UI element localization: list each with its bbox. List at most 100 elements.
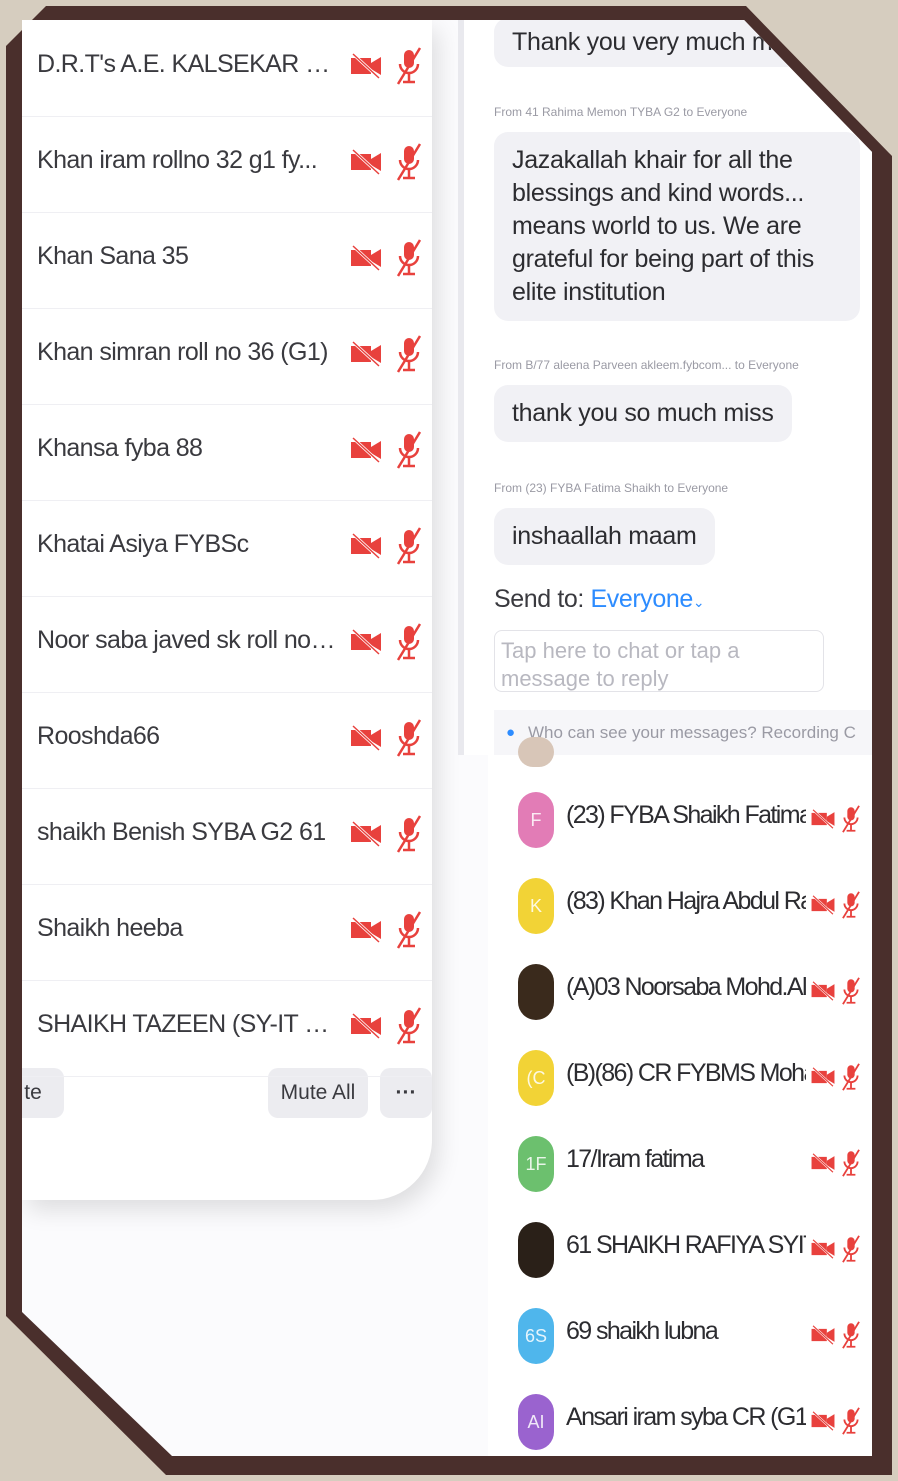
mic-muted-icon[interactable] xyxy=(840,887,862,923)
participant-row[interactable]: 61 SHAIKH RAFIYA SYIT xyxy=(488,1205,872,1291)
video-off-icon xyxy=(349,52,383,80)
mic-muted-icon[interactable] xyxy=(394,814,424,854)
participant-row[interactable]: Khan iram rollno 32 g1 fy... xyxy=(22,116,432,213)
participant-name: Noor saba javed sk roll no 73 xyxy=(37,626,337,654)
who-can-see-text: Who can see your messages? Recording C xyxy=(528,723,856,742)
participant-name: shaikh Benish SYBA G2 61 xyxy=(37,818,326,846)
video-off-icon xyxy=(810,979,836,1003)
mic-muted-icon[interactable] xyxy=(840,1059,862,1095)
video-off-icon xyxy=(810,893,836,917)
send-to-label: Send to: xyxy=(494,585,584,613)
participant-name: (B)(86) CR FYBMS Moham... xyxy=(566,1059,806,1087)
mic-muted-icon[interactable] xyxy=(840,1317,862,1353)
video-off-icon xyxy=(810,1323,836,1347)
participant-row[interactable]: Khansa fyba 88 xyxy=(22,404,432,501)
avatar: F xyxy=(518,792,554,848)
participant-row[interactable]: AI Ansari iram syba CR (G1) xyxy=(488,1377,872,1456)
mic-muted-icon[interactable] xyxy=(394,142,424,182)
mic-muted-icon[interactable] xyxy=(394,1006,424,1046)
participant-row[interactable]: 6S 69 shaikh lubna xyxy=(488,1291,872,1377)
video-off-icon xyxy=(810,1409,836,1433)
participant-row[interactable]: shaikh Benish SYBA G2 61 xyxy=(22,788,432,885)
participants-panel-right: F (23) FYBA Shaikh Fatima K (83) Khan Hajra… xyxy=(488,737,872,1456)
chat-message-text: inshaallah maam xyxy=(512,522,697,550)
participant-row[interactable]: K (83) Khan Hajra Abdul Rah... xyxy=(488,861,872,947)
participant-name: Khan Sana 35 xyxy=(37,242,189,270)
avatar xyxy=(518,964,554,1020)
mic-muted-icon[interactable] xyxy=(394,910,424,950)
mic-muted-icon[interactable] xyxy=(394,622,424,662)
participant-row[interactable]: Rooshda66 xyxy=(22,692,432,789)
send-to-selector[interactable]: Send to: Everyone⌄ xyxy=(494,585,705,614)
participant-row[interactable]: Khan simran roll no 36 (G1) xyxy=(22,308,432,405)
participant-row[interactable]: D.R.T's A.E. KALSEKAR DEG... xyxy=(22,20,432,117)
participant-name: Khan simran roll no 36 (G1) xyxy=(37,338,328,366)
mic-muted-icon[interactable] xyxy=(394,526,424,566)
video-off-icon xyxy=(349,724,383,752)
mic-muted-icon[interactable] xyxy=(840,973,862,1009)
mic-muted-icon[interactable] xyxy=(394,718,424,758)
participant-name: Ansari iram syba CR (G1) xyxy=(566,1403,806,1431)
video-off-icon xyxy=(349,436,383,464)
chat-message-sender: From B/77 aleena Parveen akleem.fybcom..… xyxy=(494,358,799,372)
participant-row[interactable]: Shaikh heeba xyxy=(22,884,432,981)
mic-muted-icon[interactable] xyxy=(394,238,424,278)
participant-row[interactable]: (C (B)(86) CR FYBMS Moham... xyxy=(488,1033,872,1119)
participant-name: Rooshda66 xyxy=(37,722,160,750)
participant-row[interactable]: Khatai Asiya FYBSc xyxy=(22,500,432,597)
participant-name: Khan iram rollno 32 g1 fy... xyxy=(37,146,318,174)
participants-panel-left: te Mute All ··· D.R.T's A.E. KALSEKAR DE… xyxy=(22,20,432,1200)
participant-row[interactable]: SHAIKH TAZEEN (SY-IT CR) xyxy=(22,980,432,1077)
participant-name: (A)03 Noorsaba Mohd.Alta... xyxy=(566,973,806,1001)
participant-name: (23) FYBA Shaikh Fatima xyxy=(566,801,806,829)
participant-name: D.R.T's A.E. KALSEKAR DEG... xyxy=(37,50,337,78)
video-off-icon xyxy=(349,148,383,176)
mic-muted-icon[interactable] xyxy=(840,1231,862,1267)
avatar: AI xyxy=(518,1394,554,1450)
mic-muted-icon[interactable] xyxy=(394,46,424,86)
chevron-down-icon: ⌄ xyxy=(692,594,705,610)
chat-input-placeholder: Tap here to chat or tap a message to rep… xyxy=(501,638,740,691)
chat-input[interactable]: Tap here to chat or tap a message to rep… xyxy=(494,630,824,692)
video-off-icon xyxy=(349,916,383,944)
participant-row[interactable]: Khan Sana 35 xyxy=(22,212,432,309)
mic-muted-icon[interactable] xyxy=(394,334,424,374)
avatar xyxy=(518,737,554,767)
participant-row[interactable]: F (23) FYBA Shaikh Fatima xyxy=(488,775,872,861)
participant-row[interactable]: 1F 17/Iram fatima xyxy=(488,1119,872,1205)
participant-row[interactable]: (A)03 Noorsaba Mohd.Alta... xyxy=(488,947,872,1033)
chat-panel: Thank you very much ma From 41 Rahima Me… xyxy=(458,20,872,755)
participant-row[interactable]: Noor saba javed sk roll no 73 xyxy=(22,596,432,693)
video-off-icon xyxy=(810,1151,836,1175)
chat-message-text: thank you so much miss xyxy=(512,399,774,427)
mic-muted-icon[interactable] xyxy=(394,430,424,470)
chat-message-bubble[interactable]: thank you so much miss xyxy=(494,385,792,442)
chat-message-sender: From (23) FYBA Fatima Shaikh to Everyone xyxy=(494,481,729,495)
avatar: 1F xyxy=(518,1136,554,1192)
video-off-icon xyxy=(349,244,383,272)
send-to-value: Everyone xyxy=(590,585,693,613)
video-off-icon xyxy=(349,628,383,656)
avatar: K xyxy=(518,878,554,934)
participant-name: Khatai Asiya FYBSc xyxy=(37,530,249,558)
participant-name: 61 SHAIKH RAFIYA SYIT xyxy=(566,1231,806,1259)
participant-name: 17/Iram fatima xyxy=(566,1145,705,1173)
more-icon: ··· xyxy=(395,1081,417,1104)
chat-message-sender: From 41 Rahima Memon TYBA G2 to Everyone xyxy=(494,105,748,119)
participant-name: (83) Khan Hajra Abdul Rah... xyxy=(566,887,806,915)
chat-message-text: Jazakallah khair for all the blessings a… xyxy=(512,146,814,306)
unmute-all-label: te xyxy=(24,1081,42,1104)
mic-muted-icon[interactable] xyxy=(840,1403,862,1439)
chat-message-bubble[interactable]: inshaallah maam xyxy=(494,508,715,565)
mic-muted-icon[interactable] xyxy=(840,1145,862,1181)
video-off-icon xyxy=(349,532,383,560)
video-off-icon xyxy=(349,340,383,368)
video-off-icon xyxy=(349,1012,383,1040)
video-off-icon xyxy=(349,820,383,848)
mic-muted-icon[interactable] xyxy=(840,801,862,837)
chat-message-bubble[interactable]: Jazakallah khair for all the blessings a… xyxy=(494,132,860,321)
avatar xyxy=(518,1222,554,1278)
screenshot-area: te Mute All ··· D.R.T's A.E. KALSEKAR DE… xyxy=(22,20,872,1456)
participant-name: SHAIKH TAZEEN (SY-IT CR) xyxy=(37,1010,337,1038)
participant-name: 69 shaikh lubna xyxy=(566,1317,719,1345)
